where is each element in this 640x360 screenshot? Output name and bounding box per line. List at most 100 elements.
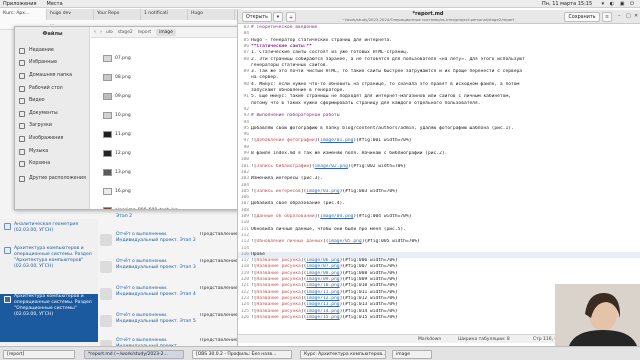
top-bar: Приложения Места Пн, 11 марта 15:15 ▾ ◐ … [0, 0, 640, 8]
file-item[interactable]: 13.png [103, 167, 243, 179]
assignment-title[interactable]: Отчёт о выполнении. Индивидуальный проек… [116, 286, 201, 297]
open-button[interactable]: Открыть [242, 12, 272, 22]
browser-tab[interactable]: Hugo [188, 9, 235, 20]
line-text: генераторы статичных сайтов. [251, 62, 329, 68]
assignment-title[interactable]: Отчёт о выполнении. Индивидуальный проек… [116, 259, 201, 270]
line-text: запускают обновление в генераторе. [251, 88, 346, 93]
course-icon [4, 247, 11, 254]
files-sidebar: Файлы Недавние Избранные Домашняя папка … [15, 27, 90, 209]
file-item[interactable]: placeimg_800_600_tech.jpg [103, 205, 243, 209]
line-text: Добавила свое образование (рис.4). [251, 201, 346, 207]
browser-tab[interactable]: Your Repo [94, 9, 141, 20]
file-name: 08.png [115, 75, 131, 80]
sidebar-item-home[interactable]: Домашняя папка [19, 72, 89, 79]
sidebar-item-downloads[interactable]: Загрузки [19, 122, 89, 129]
file-item[interactable]: 10.png [103, 110, 243, 122]
file-name: 11.png [115, 132, 131, 137]
file-thumbnail-icon [103, 55, 112, 62]
file-item[interactable]: 11.png [103, 129, 243, 141]
sidebar-item-other-locations[interactable]: Другие расположения [19, 175, 89, 182]
clock[interactable]: Пн, 11 марта 15:15 [542, 1, 592, 7]
file-thumbnail-icon [103, 93, 112, 100]
back-button[interactable]: ‹ [94, 29, 96, 35]
tab-width[interactable]: Ширина табуляции: 8 [458, 337, 510, 342]
file-name: placeimg_800_600_tech.jpg [115, 208, 178, 209]
file-item[interactable]: 09.png [103, 91, 243, 103]
assignment-title[interactable]: Этап 2 [116, 214, 201, 220]
assignment-icon [100, 234, 112, 246]
taskbar-item[interactable]: Курс: Архитектура компьютеров... [300, 350, 386, 359]
file-list: 07.png 08.png 09.png 10.png 11.png 12.png 13.p… [91, 39, 249, 209]
assignment-title[interactable]: Отчёт о выполнении. Индивидуальный проек… [116, 313, 201, 324]
open-menu-icon[interactable]: ▾ [273, 12, 283, 22]
line-text: потому что в таких нужно сформировать ст… [251, 100, 481, 106]
course-link-active[interactable]: Архитектура компьютеров и операционные с… [0, 294, 98, 342]
minimize-icon[interactable]: – [618, 13, 621, 19]
breadcrumb-current[interactable]: image [156, 28, 176, 36]
sidebar-item-label: Видео [29, 98, 45, 103]
video-icon [19, 97, 25, 104]
save-button[interactable]: Сохранить [564, 12, 600, 22]
places-menu[interactable]: Места [47, 1, 63, 7]
new-document-icon[interactable]: ＋ [286, 12, 296, 22]
sidebar-item-video[interactable]: Видео [19, 97, 89, 104]
sidebar-item-starred[interactable]: Избранные [19, 59, 89, 66]
line-text: Обновила личные данные, чтобы они были п… [251, 226, 406, 232]
breadcrumb[interactable]: report [138, 30, 151, 35]
assignment-title[interactable]: Отчёт о выполнении. Индивидуальный проек… [116, 232, 201, 243]
sidebar-item-music[interactable]: Музыка [19, 148, 89, 155]
file-item[interactable]: 08.png [103, 72, 243, 84]
browser-tab[interactable]: 1 notificati [141, 9, 188, 20]
language-mode[interactable]: Markdown [418, 337, 441, 342]
taskbar-item[interactable]: image [392, 350, 432, 359]
breadcrumb[interactable]: ulo [106, 30, 113, 35]
browser-tab[interactable]: Кurс: Арх... [0, 9, 47, 20]
sidebar-item-desktop[interactable]: Рабочий стол [19, 85, 89, 92]
file-item[interactable]: 12.png [103, 148, 243, 160]
line-text: ![Название рисунка](image/07.png){#fig:0… [251, 264, 398, 270]
line-text: ![Запись библиографии](image/02.png){#fi… [251, 163, 406, 169]
assignment-status: Представление Оцениван [200, 313, 242, 318]
browser-tab[interactable]: hugo dev [47, 9, 94, 20]
file-thumbnail-icon [103, 150, 112, 157]
file-item[interactable]: 07.png [103, 53, 243, 65]
breadcrumb[interactable]: stage2 [118, 30, 133, 35]
file-name: 16.png [115, 189, 131, 194]
line-text: ![Название рисунка](image/09.png){#fig:0… [251, 277, 398, 282]
file-item[interactable]: 16.png [103, 186, 243, 198]
forward-button[interactable]: › [100, 29, 102, 35]
path-bar: ‹ › ulo stage2 report image [91, 27, 249, 38]
close-icon[interactable]: ✕ [634, 13, 638, 19]
line-text: В файле index.md я так же изменяю поля. … [251, 151, 448, 156]
document-icon [19, 110, 25, 117]
sidebar-item-label: Корзина [29, 161, 51, 166]
line-text: ![Название рисунка](image/14.png){#fig:0… [251, 308, 398, 314]
taskbar-item[interactable]: [OBS 30.0.2 - Профиль: Без назв... [192, 350, 292, 359]
file-thumbnail-icon [103, 188, 112, 195]
course-link[interactable]: Архитектура компьютеров и операционные с… [14, 246, 94, 270]
taskbar-item[interactable]: *report.md (~/work/study/2023-2... [84, 350, 184, 359]
sidebar-item-trash[interactable]: Корзина [19, 160, 89, 167]
sidebar-item-label: Рабочий стол [29, 86, 63, 91]
trash-icon [19, 160, 25, 167]
menu-icon[interactable]: ≡ [602, 12, 612, 22]
line-text: ![Название рисунка](image/13.png){#fig:0… [251, 302, 398, 308]
sidebar-item-recent[interactable]: Недавние [19, 47, 89, 54]
taskbar-item[interactable]: [report] [3, 350, 75, 359]
sidebar-item-label: Музыка [29, 149, 49, 154]
line-text: ![Название рисунка](image/12.png){#fig:0… [251, 295, 398, 301]
document-path: ~/work/study/2023-2024/Операционные сист… [341, 17, 515, 22]
course-link[interactable]: Аналитическая геометрия (02.03.00, УГСН) [14, 222, 94, 234]
maximize-icon[interactable]: □ [626, 13, 631, 19]
system-tray[interactable]: ▾ ◐ ▣ ⏻ [602, 1, 636, 7]
line-text: ![Название рисунка](image/10.png){#fig:0… [251, 283, 398, 289]
line-text: ![Название рисунка](image/15.png){#fig:0… [251, 314, 398, 320]
sidebar-item-documents[interactable]: Документы [19, 110, 89, 117]
applications-menu[interactable]: Приложения [3, 1, 37, 7]
file-name: 10.png [115, 113, 131, 118]
star-icon [19, 59, 25, 66]
line-number: 126 [240, 314, 249, 320]
home-icon [19, 72, 25, 79]
sidebar-item-images[interactable]: Изображения [19, 135, 89, 142]
line-text: # Выполнение лабораторной работы [251, 113, 340, 119]
